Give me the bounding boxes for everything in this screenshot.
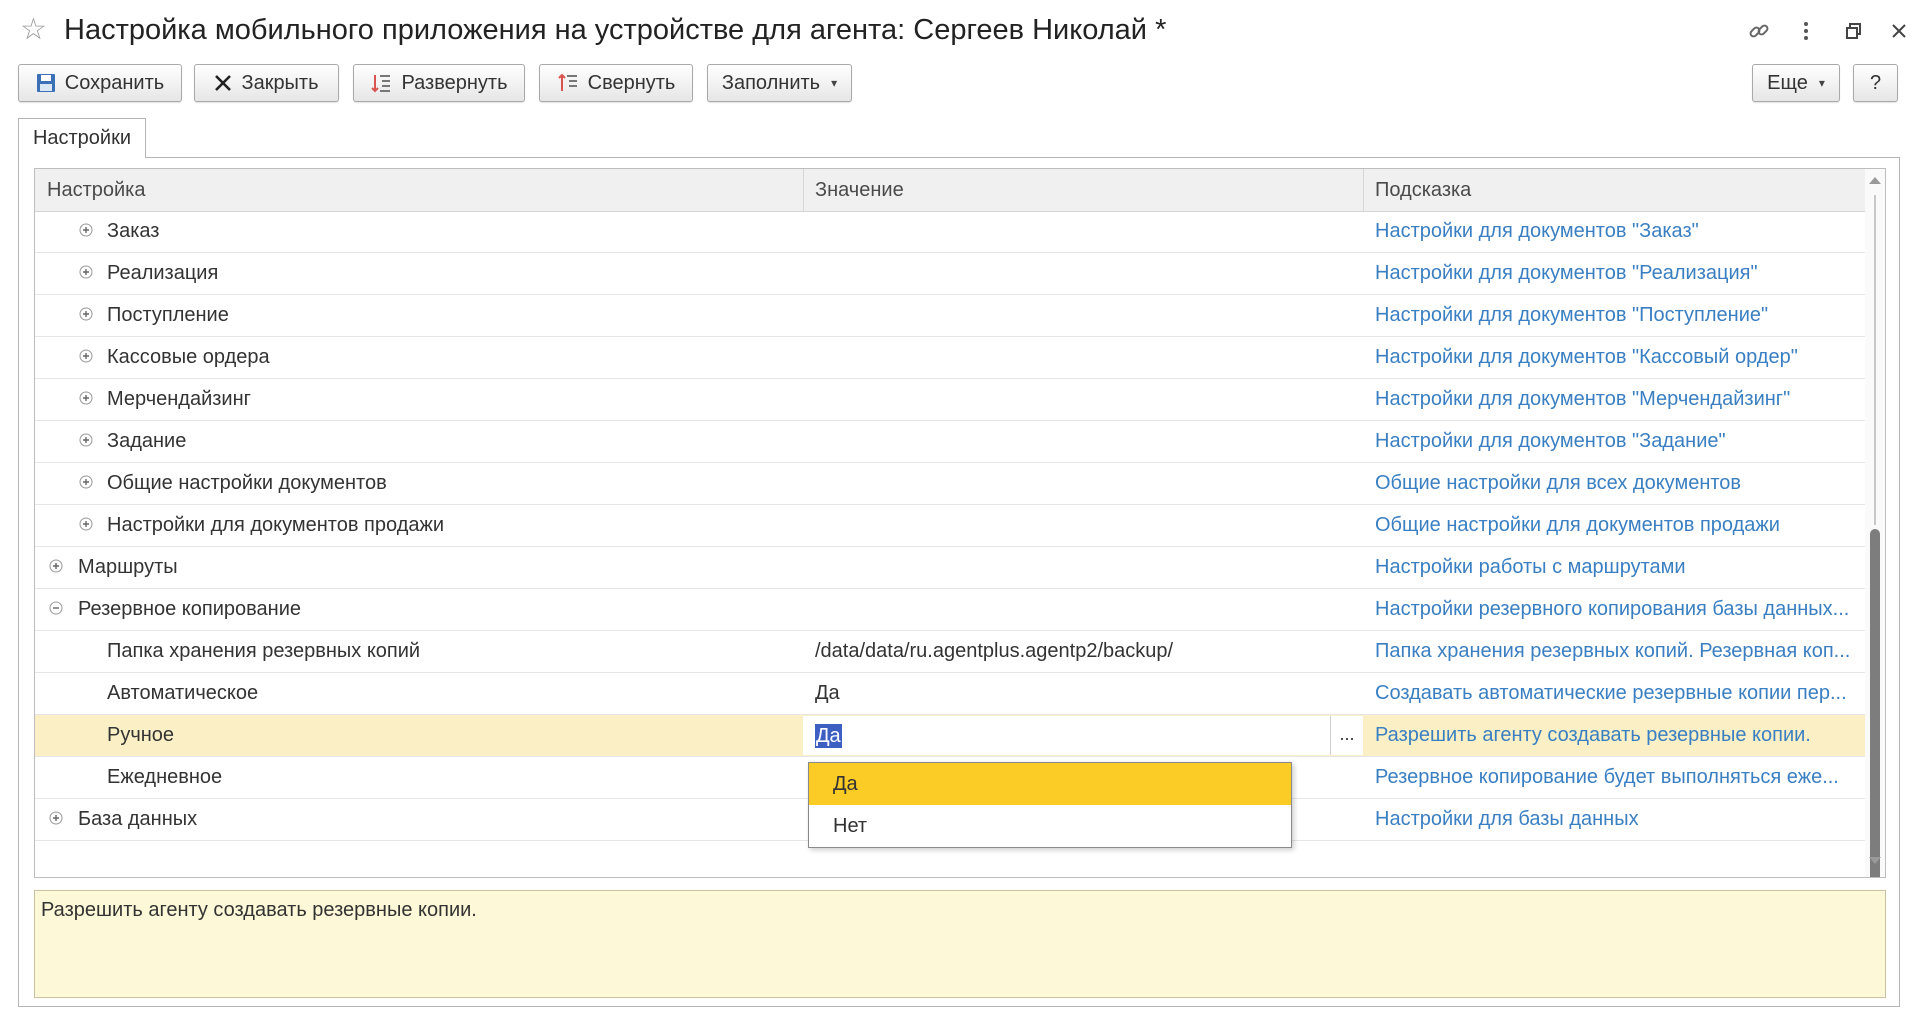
table-row[interactable]: Папка хранения резервных копий /data/dat…	[35, 631, 1865, 673]
more-dropdown-button[interactable]: Еще ▾	[1752, 64, 1840, 102]
scroll-track[interactable]	[1874, 195, 1876, 525]
more-vertical-icon[interactable]	[1791, 16, 1821, 46]
title-bar: ☆ Настройка мобильного приложения на уст…	[0, 0, 1920, 62]
value-editor-field[interactable]: Да ...	[803, 716, 1363, 755]
expand-plus-icon[interactable]	[49, 811, 63, 825]
expand-plus-icon[interactable]	[79, 265, 93, 279]
floppy-disk-icon	[36, 73, 56, 93]
table-row[interactable]: Маршруты Настройки работы с маршрутами	[35, 547, 1865, 589]
table-row[interactable]: Мерчендайзинг Настройки для документов "…	[35, 379, 1865, 421]
expand-plus-icon[interactable]	[79, 223, 93, 237]
expand-plus-icon[interactable]	[49, 559, 63, 573]
fill-dropdown-button[interactable]: Заполнить ▾	[707, 64, 852, 102]
chevron-down-icon: ▾	[1818, 76, 1825, 90]
restore-window-icon[interactable]	[1839, 16, 1869, 46]
table-row[interactable]: Резервное копирование Настройки резервно…	[35, 589, 1865, 631]
table-row[interactable]: Настройки для документов продажи Общие н…	[35, 505, 1865, 547]
scroll-thumb[interactable]	[1870, 529, 1880, 877]
value-editor-text[interactable]: Да	[815, 724, 842, 748]
collapse-tree-icon	[557, 72, 579, 94]
collapse-minus-icon[interactable]	[49, 601, 63, 615]
dropdown-option-yes[interactable]: Да	[809, 763, 1291, 805]
link-icon[interactable]	[1744, 16, 1774, 46]
expand-tree-icon	[370, 72, 392, 94]
collapse-button[interactable]: Свернуть	[539, 64, 693, 102]
table-row[interactable]: Реализация Настройки для документов "Реа…	[35, 253, 1865, 295]
expand-plus-icon[interactable]	[79, 517, 93, 531]
column-header-hint[interactable]: Подсказка	[1363, 169, 1865, 211]
table-row[interactable]: Заказ Настройки для документов "Заказ"	[35, 211, 1865, 253]
window-title: Настройка мобильного приложения на устро…	[64, 14, 1167, 46]
hint-panel: Разрешить агенту создавать резервные коп…	[34, 890, 1886, 998]
expand-plus-icon[interactable]	[79, 307, 93, 321]
expand-plus-icon[interactable]	[79, 391, 93, 405]
help-button[interactable]: ?	[1853, 64, 1898, 102]
scroll-down-arrow-icon[interactable]	[1869, 857, 1881, 864]
table-row[interactable]: Общие настройки документов Общие настрой…	[35, 463, 1865, 505]
table-row[interactable]: Поступление Настройки для документов "По…	[35, 295, 1865, 337]
close-button[interactable]: Закрыть	[194, 64, 339, 102]
chevron-down-icon: ▾	[831, 76, 838, 90]
toolbar: Сохранить Закрыть Развернуть Свернуть За…	[0, 64, 1920, 104]
table-row-selected[interactable]: Ручное Да ... Разрешить агенту создавать…	[35, 715, 1865, 757]
grid-header: Настройка Значение Подсказка	[35, 169, 1865, 212]
table-row[interactable]: Кассовые ордера Настройки для документов…	[35, 337, 1865, 379]
table-row[interactable]: Задание Настройки для документов "Задани…	[35, 421, 1865, 463]
select-button[interactable]: ...	[1330, 716, 1363, 755]
table-row[interactable]: Автоматическое Да Создавать автоматическ…	[35, 673, 1865, 715]
expand-plus-icon[interactable]	[79, 433, 93, 447]
vertical-scrollbar[interactable]	[1865, 169, 1885, 877]
expand-plus-icon[interactable]	[79, 349, 93, 363]
expand-plus-icon[interactable]	[79, 475, 93, 489]
dropdown-option-no[interactable]: Нет	[809, 805, 1291, 847]
expand-button[interactable]: Развернуть	[353, 64, 525, 102]
scroll-up-arrow-icon[interactable]	[1869, 177, 1881, 184]
column-header-value[interactable]: Значение	[803, 169, 1363, 211]
close-window-icon[interactable]	[1884, 16, 1914, 46]
close-x-icon	[214, 74, 232, 92]
tab-settings[interactable]: Настройки	[18, 118, 146, 158]
save-button[interactable]: Сохранить	[18, 64, 182, 102]
column-header-setting[interactable]: Настройка	[35, 169, 803, 211]
value-dropdown-list: Да Нет	[808, 762, 1292, 848]
favorite-star-icon[interactable]: ☆	[20, 12, 47, 48]
